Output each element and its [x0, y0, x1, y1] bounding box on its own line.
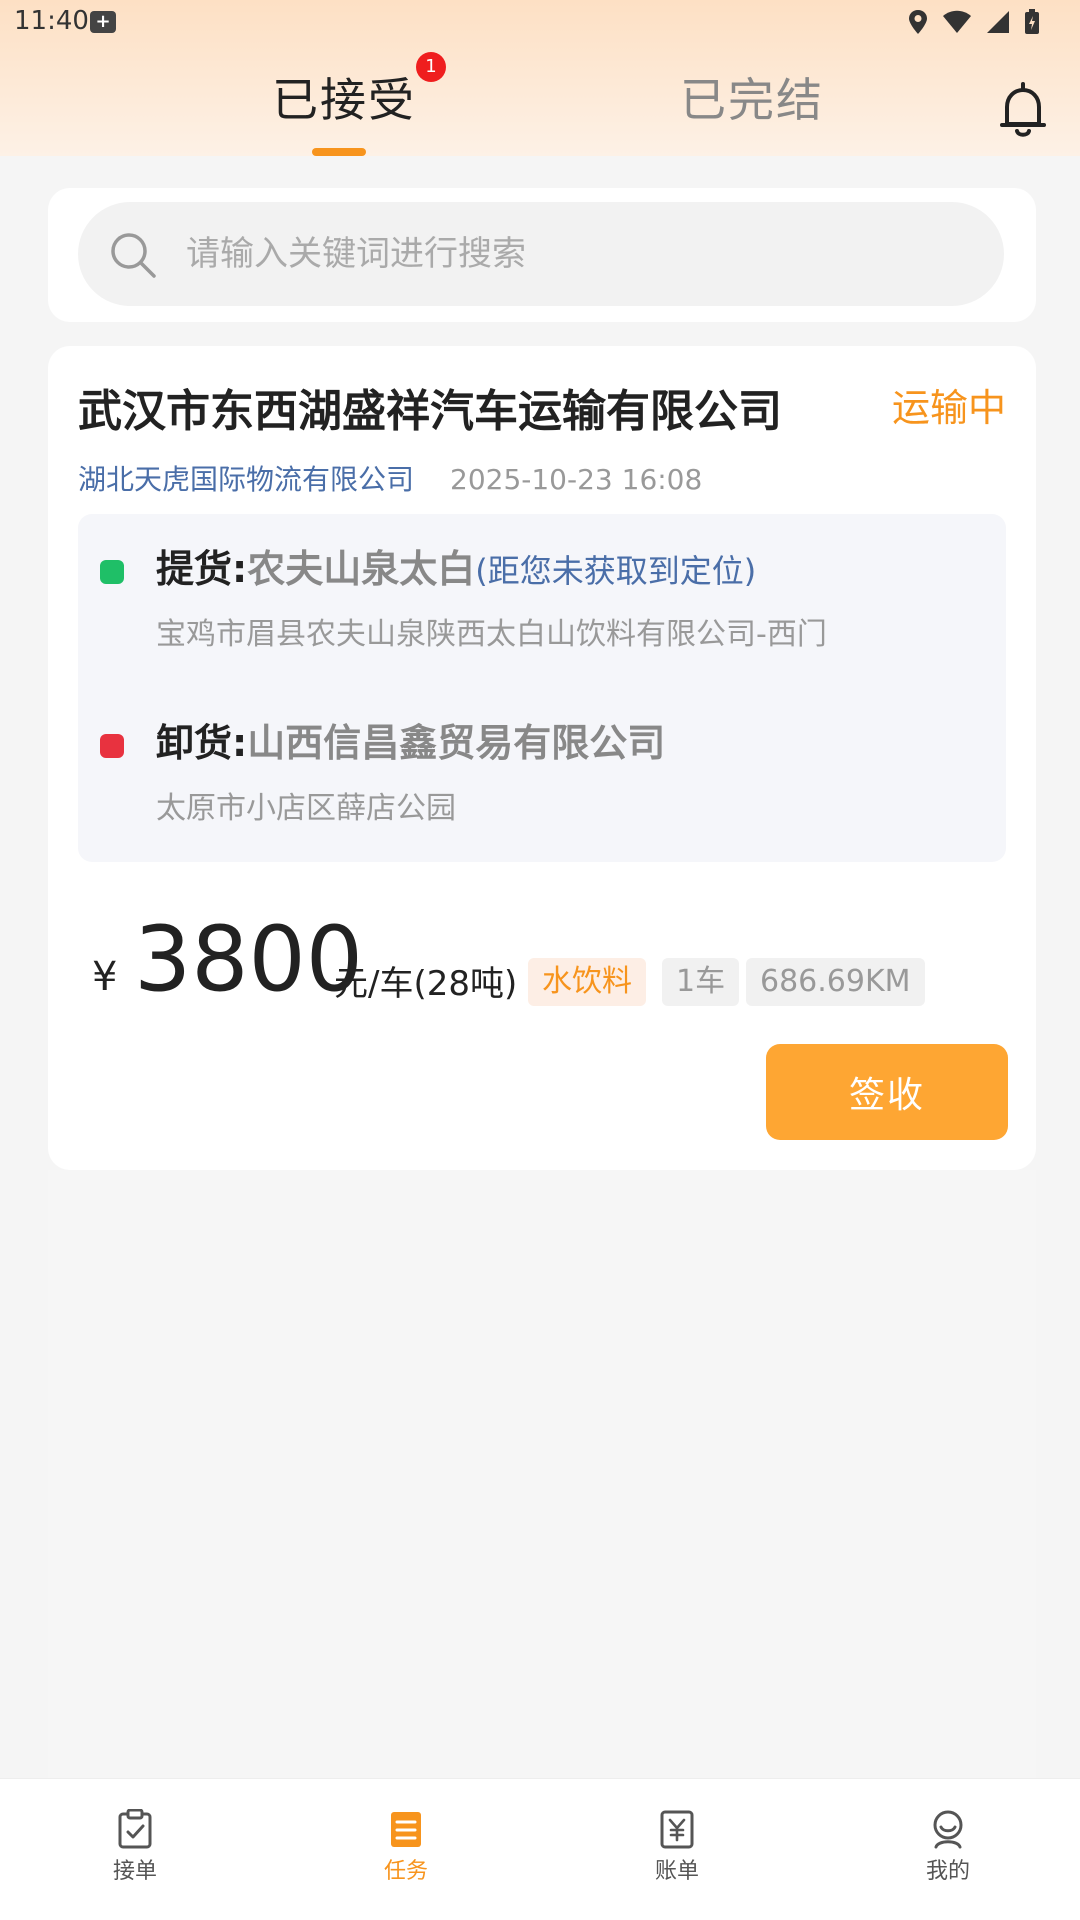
sign-button[interactable]: 签收	[766, 1044, 1008, 1140]
pickup-dot-icon	[100, 560, 124, 584]
pickup-address: 宝鸡市眉县农夫山泉陕西太白山饮料有限公司-西门	[156, 617, 827, 652]
search-input[interactable]	[184, 228, 964, 280]
status-bar: 11:40 +	[0, 0, 1080, 44]
shipper-name[interactable]: 湖北天虎国际物流有限公司	[78, 460, 414, 500]
notification-icon: +	[90, 11, 116, 33]
delivery-address: 太原市小店区薛店公园	[156, 791, 456, 826]
bill-yuan-icon	[660, 1810, 694, 1849]
signal-icon	[987, 11, 1009, 33]
pickup-row: 提货:农夫山泉太白(距您未获取到定位) 宝鸡市眉县农夫山泉陕西太白山饮料有限公司…	[78, 514, 1006, 688]
nav-label-mine: 我的	[925, 1859, 970, 1884]
tab-badge: 1	[416, 52, 446, 82]
price-value: 3800	[134, 907, 364, 1012]
price-currency: ¥	[92, 954, 118, 1000]
delivery-row: 卸货:山西信昌鑫贸易有限公司 太原市小店区薛店公园	[78, 688, 1006, 862]
bottom-nav: 接单 任务 账单 我的	[0, 1778, 1080, 1920]
order-card[interactable]: 武汉市东西湖盛祥汽车运输有限公司 运输中 湖北天虎国际物流有限公司 2025-1…	[48, 346, 1036, 1170]
wifi-icon	[943, 10, 971, 33]
nav-item-orders[interactable]: 接单	[75, 1809, 195, 1899]
tab-completed[interactable]: 已完结	[680, 70, 824, 130]
delivery-title: 卸货:山西信昌鑫贸易有限公司	[156, 716, 665, 770]
search-card	[48, 188, 1036, 322]
pickup-label: 提货:	[156, 547, 248, 591]
route-box: 提货:农夫山泉太白(距您未获取到定位) 宝鸡市眉县农夫山泉陕西太白山饮料有限公司…	[78, 514, 1006, 862]
price-unit: 元/车(28吨)	[334, 964, 518, 1004]
price-row: ¥ 3800 元/车(28吨) 水饮料 1车 686.69KM	[92, 906, 992, 1016]
order-status-badge: 运输中	[891, 386, 1006, 430]
delivery-label: 卸货:	[156, 721, 248, 765]
order-timestamp: 2025-10-23 16:08	[450, 463, 703, 496]
screen: 11:40 + 已接受 1 已完结 请输入关键词进行搜索 武汉市东西湖盛祥汽车运…	[0, 0, 1080, 1920]
bell-icon[interactable]	[998, 80, 1048, 140]
cargo-type-tag: 水饮料	[528, 958, 646, 1006]
pickup-place: 农夫山泉太白	[247, 547, 476, 591]
location-icon	[909, 10, 927, 34]
list-background	[48, 1170, 1036, 1778]
nav-label-bills: 账单	[654, 1859, 699, 1884]
clipboard-check-icon	[118, 1809, 152, 1849]
search-icon	[111, 233, 156, 278]
pickup-distance: (距您未获取到定位)	[475, 552, 757, 590]
delivery-place: 山西信昌鑫贸易有限公司	[247, 721, 666, 765]
search-box[interactable]	[78, 202, 1004, 306]
distance-tag: 686.69KM	[746, 958, 925, 1006]
carrier-company-name: 武汉市东西湖盛祥汽车运输有限公司	[78, 386, 782, 437]
task-list-icon	[391, 1812, 421, 1847]
pickup-title: 提货:农夫山泉太白(距您未获取到定位)	[156, 542, 756, 598]
nav-item-tasks[interactable]: 任务	[346, 1809, 466, 1899]
status-time: 11:40	[14, 6, 89, 36]
car-count-tag: 1车	[662, 958, 740, 1006]
tab-accepted[interactable]: 已接受	[272, 70, 416, 130]
nav-item-mine[interactable]: 我的	[888, 1809, 1008, 1899]
status-icons	[908, 8, 1040, 36]
user-profile-icon	[933, 1810, 963, 1849]
nav-item-bills[interactable]: 账单	[617, 1809, 737, 1899]
nav-label-tasks: 任务	[383, 1859, 428, 1884]
tab-active-indicator	[312, 148, 366, 156]
nav-label-orders: 接单	[112, 1859, 157, 1884]
battery-icon	[1025, 9, 1039, 34]
delivery-dot-icon	[100, 734, 124, 758]
